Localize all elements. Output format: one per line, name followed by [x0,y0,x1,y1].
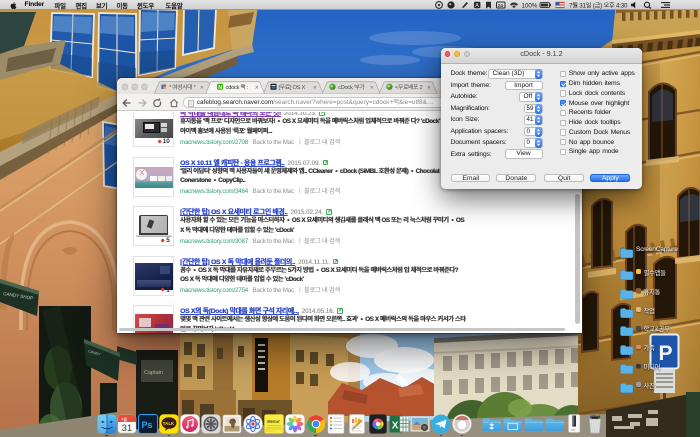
svg-text:A: A [475,3,479,9]
svg-text:×: × [200,84,204,91]
svg-text:Ps: Ps [142,420,153,430]
svg-text:×: × [255,84,259,91]
svg-text:TALK: TALK [163,421,175,426]
svg-text:×: × [313,84,317,91]
svg-text:* 여성시대 *: * 여성시대 * [169,83,197,91]
svg-text:Memo': Memo' [267,419,280,424]
svg-text:[무료] OS X: [무료] OS X [279,84,306,91]
svg-text:P: P [659,342,673,365]
svg-text:7월 31일 (금) 오후 4:30: 7월 31일 (금) 오후 4:30 [569,2,628,10]
svg-text:×: × [370,84,374,91]
svg-text:<무료배포 2: <무료배포 2 [395,83,422,91]
svg-text:cdock 맥 :: cdock 맥 : [226,83,249,91]
svg-text:cDock '부가: cDock '부가 [338,83,366,91]
svg-text:56: 56 [572,428,576,432]
svg-text:24: 24 [498,3,504,8]
svg-text:N: N [219,85,223,91]
svg-text:X: X [392,420,399,431]
svg-text:31: 31 [122,423,133,434]
svg-text:100%: 100% [522,3,538,10]
svg-text:7월: 7월 [121,415,127,422]
svg-text:×: × [427,84,431,91]
